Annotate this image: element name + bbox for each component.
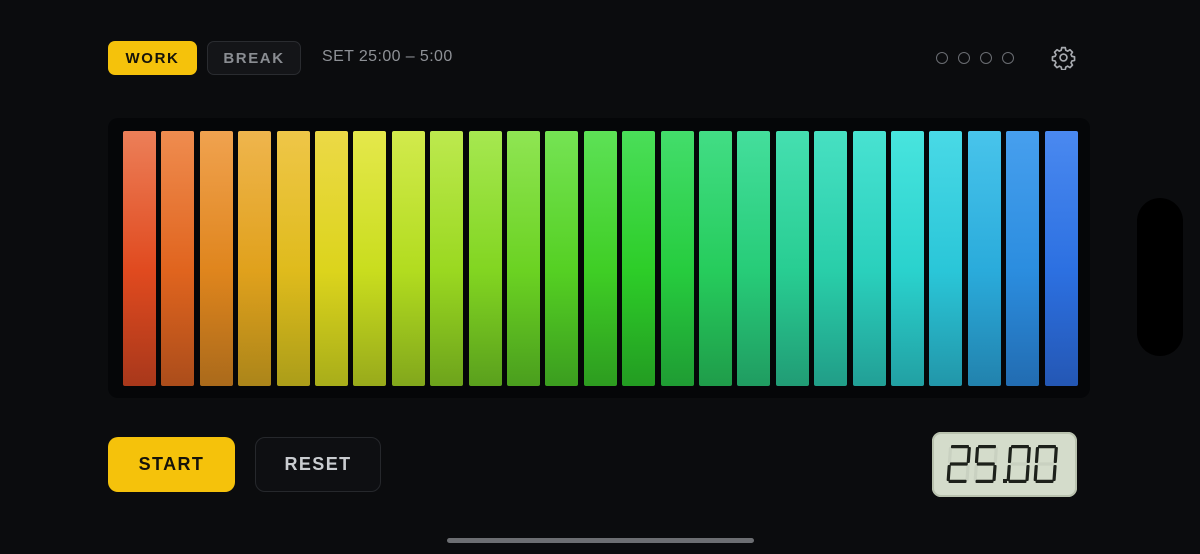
progress-bar-segment <box>315 131 348 386</box>
progress-bar-segment <box>199 131 233 386</box>
timer-digit <box>1033 445 1058 483</box>
session-dot <box>936 52 948 64</box>
progress-bar-segment <box>545 131 579 386</box>
timer-display <box>932 432 1077 497</box>
set-duration-label: SET 25:00 – 5:00 <box>322 48 453 65</box>
timer-digit <box>973 445 998 483</box>
progress-bar-segment <box>1044 131 1078 386</box>
progress-bar-segment <box>123 131 156 386</box>
progress-bar-segment <box>276 131 310 386</box>
progress-bar-segment <box>161 131 195 386</box>
progress-bar-segment <box>391 131 425 386</box>
progress-bar-segment <box>660 131 694 386</box>
progress-bar-segment <box>699 131 732 386</box>
side-handle <box>1137 198 1183 356</box>
progress-bars <box>123 131 1078 386</box>
progress-bar-segment <box>622 131 656 386</box>
progress-bar-segment <box>775 131 809 386</box>
session-dot <box>980 52 992 64</box>
progress-bar-segment <box>814 131 848 386</box>
progress-bar-segment <box>353 131 387 386</box>
progress-bar-segment <box>238 131 272 386</box>
progress-bar-segment <box>430 131 464 386</box>
start-button[interactable]: START <box>108 437 235 492</box>
timer-digit <box>946 445 971 483</box>
reset-button[interactable]: RESET <box>255 437 381 492</box>
timer-digit <box>1006 445 1031 483</box>
progress-bar-segment <box>967 131 1001 386</box>
session-dot <box>1002 52 1014 64</box>
home-indicator[interactable] <box>447 538 754 543</box>
progress-bar-segment <box>929 131 963 386</box>
timer-decimal-point <box>1003 479 1007 483</box>
progress-bar-segment <box>852 131 886 386</box>
progress-bar-segment <box>1006 131 1040 386</box>
gear-icon[interactable] <box>1051 45 1076 70</box>
progress-bar-segment <box>583 131 617 386</box>
break-mode-button[interactable]: BREAK <box>207 41 301 75</box>
progress-bar-segment <box>507 131 540 386</box>
work-mode-button[interactable]: WORK <box>108 41 197 75</box>
progress-bar-segment <box>891 131 924 386</box>
progress-bar-segment <box>468 131 502 386</box>
session-dots <box>936 52 1014 64</box>
progress-bar-segment <box>737 131 771 386</box>
session-dot <box>958 52 970 64</box>
